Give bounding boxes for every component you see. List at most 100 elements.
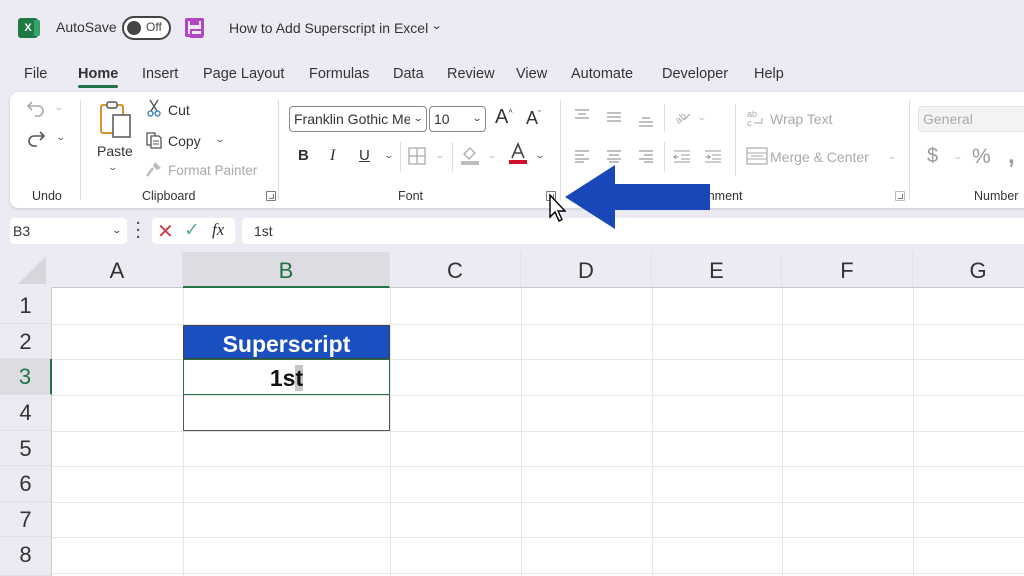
chevron-down-icon[interactable]: ⌄ [431, 19, 443, 32]
gridline [652, 288, 653, 576]
group-label-undo: Undo [32, 189, 62, 203]
chevron-down-icon[interactable]: ⌄ [112, 225, 123, 236]
merge-center-button[interactable]: Merge & Center [770, 149, 869, 165]
cell-b4[interactable] [183, 395, 390, 431]
underline-dropdown-icon[interactable]: ⌄ [383, 150, 394, 161]
document-title[interactable]: How to Add Superscript in Excel [229, 20, 428, 36]
borders-icon[interactable] [407, 146, 427, 166]
cell-b3-active[interactable]: 1st [183, 359, 390, 395]
column-header-c[interactable]: C [390, 252, 521, 288]
save-icon[interactable] [185, 18, 204, 38]
decrease-font-size-button[interactable]: Aˇ [526, 108, 541, 129]
wrap-text-button[interactable]: Wrap Text [770, 111, 833, 127]
align-left-icon[interactable] [572, 147, 592, 165]
bottom-align-icon[interactable] [636, 112, 656, 130]
currency-dropdown-icon[interactable]: ⌄ [952, 151, 963, 162]
group-label-number: Number [974, 189, 1019, 203]
cell-b2[interactable]: Superscript [183, 325, 390, 359]
merge-dropdown-icon[interactable]: ⌄ [886, 151, 897, 162]
gridline [52, 466, 1024, 467]
column-header-f[interactable]: F [782, 252, 913, 288]
font-name-select[interactable]: Franklin Gothic Me ⌄ [289, 106, 427, 132]
font-color-icon[interactable] [507, 142, 529, 166]
column-header-g[interactable]: G [913, 252, 1024, 288]
align-right-icon[interactable] [636, 147, 656, 165]
fill-color-dropdown-icon[interactable]: ⌄ [486, 150, 497, 161]
number-format-select[interactable]: General [918, 106, 1024, 132]
tab-help[interactable]: Help [754, 66, 784, 82]
row-header-1[interactable]: 1 [0, 288, 52, 324]
name-box[interactable]: B3 ⌄ [10, 218, 127, 244]
insert-function-icon[interactable]: fx [212, 220, 224, 240]
column-header-a[interactable]: A [52, 252, 183, 288]
orientation-icon[interactable]: ab [671, 106, 693, 126]
separator [80, 100, 81, 200]
italic-button[interactable]: I [330, 147, 335, 165]
row-header-7[interactable]: 7 [0, 502, 52, 537]
clipboard-dialog-launcher-icon[interactable] [266, 191, 276, 201]
wrap-text-icon: ab c [746, 108, 766, 128]
row-header-8[interactable]: 8 [0, 537, 52, 576]
copy-dropdown-icon[interactable]: ⌄ [214, 134, 225, 145]
separator [664, 104, 665, 132]
paste-dropdown-icon[interactable]: ⌄ [107, 162, 118, 173]
autosave-label: AutoSave [56, 19, 117, 35]
top-align-icon[interactable] [572, 106, 592, 124]
format-painter-button[interactable]: Format Painter [168, 163, 257, 178]
bold-button[interactable]: B [298, 147, 309, 164]
paste-button[interactable]: Paste [97, 143, 133, 159]
row-header-2[interactable]: 2 [0, 324, 52, 359]
orientation-dropdown-icon[interactable]: ⌄ [696, 112, 707, 123]
chevron-down-icon: ⌄ [410, 113, 424, 124]
gridline [52, 573, 1024, 574]
tab-data[interactable]: Data [393, 66, 424, 82]
column-header-b[interactable]: B [183, 252, 390, 288]
undo-icon[interactable] [26, 98, 46, 118]
redo-dropdown-icon[interactable]: ⌄ [55, 132, 66, 143]
tab-file[interactable]: File [24, 66, 47, 82]
undo-dropdown-icon[interactable]: ⌄ [53, 102, 64, 113]
gridline [913, 288, 914, 576]
enter-icon[interactable]: ✓ [184, 219, 200, 242]
row-header-6[interactable]: 6 [0, 466, 52, 502]
tab-page-layout[interactable]: Page Layout [203, 66, 284, 82]
increase-indent-icon[interactable] [702, 147, 724, 165]
borders-dropdown-icon[interactable]: ⌄ [434, 150, 445, 161]
select-all-button[interactable] [0, 252, 52, 288]
row-header-4[interactable]: 4 [0, 395, 52, 431]
tab-view[interactable]: View [516, 66, 547, 82]
fill-color-icon[interactable] [459, 144, 481, 166]
row-header-3[interactable]: 3 [0, 359, 52, 395]
excel-logo-icon: X [18, 18, 40, 38]
font-size-select[interactable]: 10 ⌄ [429, 106, 486, 132]
more-options-icon[interactable]: · · · [136, 216, 141, 245]
align-center-icon[interactable] [604, 147, 624, 165]
middle-align-icon[interactable] [604, 108, 624, 126]
cut-button[interactable]: Cut [168, 102, 190, 118]
percent-button[interactable]: % [972, 145, 991, 169]
column-header-e[interactable]: E [652, 252, 782, 288]
redo-icon[interactable] [26, 128, 48, 150]
copy-button[interactable]: Copy [168, 133, 201, 149]
decrease-indent-icon[interactable] [671, 147, 693, 165]
currency-button[interactable]: $ [927, 145, 938, 168]
alignment-dialog-launcher-icon[interactable] [895, 191, 905, 201]
comma-style-button[interactable]: , [1008, 142, 1015, 170]
paste-icon[interactable] [98, 100, 134, 140]
group-label-font: Font [398, 189, 424, 203]
gridline [52, 431, 1024, 432]
tab-home[interactable]: Home [78, 66, 119, 88]
spreadsheet-grid: A B C D E F G 1 2 3 4 5 6 7 8 Superscrip… [0, 252, 1024, 576]
font-color-dropdown-icon[interactable]: ⌄ [534, 150, 545, 161]
column-header-d[interactable]: D [521, 252, 652, 288]
increase-font-size-button[interactable]: A^ [495, 106, 513, 129]
autosave-toggle[interactable]: Off [122, 16, 171, 40]
tab-insert[interactable]: Insert [142, 66, 178, 82]
underline-button[interactable]: U [359, 147, 370, 164]
row-header-5[interactable]: 5 [0, 431, 52, 466]
tab-review[interactable]: Review [447, 66, 495, 82]
tab-formulas[interactable]: Formulas [309, 66, 369, 82]
tab-developer[interactable]: Developer [662, 66, 728, 82]
tab-automate[interactable]: Automate [571, 66, 633, 82]
cancel-icon[interactable]: ✕ [157, 219, 174, 244]
